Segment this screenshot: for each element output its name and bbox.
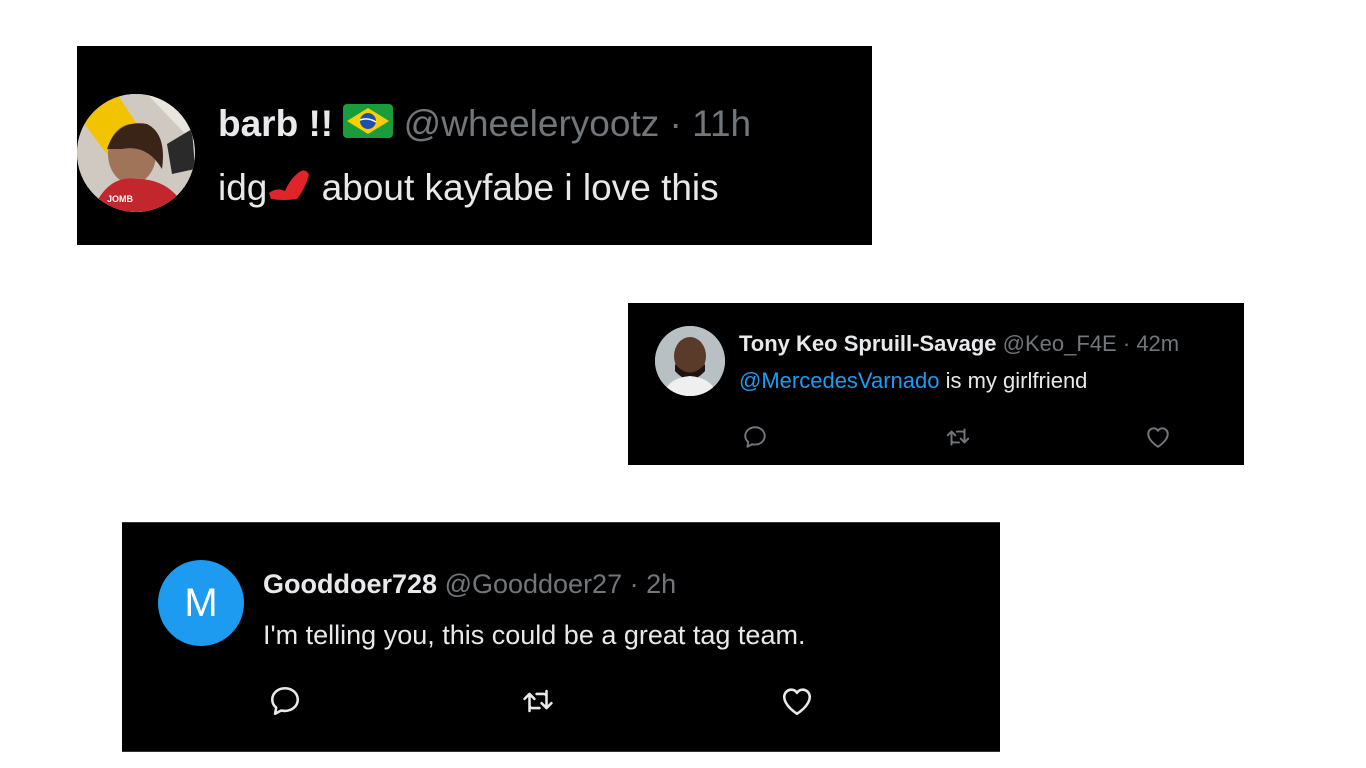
display-name[interactable]: Tony Keo Spruill-Savage bbox=[739, 331, 997, 356]
tweet-card-gooddoer[interactable]: M Gooddoer728 @Gooddoer27 · 2h I'm telli… bbox=[122, 522, 1000, 752]
avatar-tony[interactable] bbox=[655, 326, 725, 396]
handle[interactable]: @Gooddoer27 bbox=[445, 569, 623, 599]
tweet-text-end: about kayfabe i love this bbox=[321, 167, 719, 208]
tweet-header: Tony Keo Spruill-Savage @Keo_F4E · 42m bbox=[739, 330, 1179, 358]
tweet-header: barb !! @wheeleryootz · 11h bbox=[218, 102, 751, 148]
retweet-icon[interactable] bbox=[944, 424, 972, 455]
timestamp[interactable]: 2h bbox=[646, 569, 676, 599]
brazil-flag-icon bbox=[343, 104, 394, 148]
tweet-header: Gooddoer728 @Gooddoer27 · 2h bbox=[263, 567, 676, 601]
avatar-photo: JOMB bbox=[77, 94, 195, 212]
tweet-text: I'm telling you, this could be a great t… bbox=[263, 620, 806, 650]
retweet-icon[interactable] bbox=[520, 684, 556, 723]
avatar-gooddoer[interactable]: M bbox=[158, 560, 244, 646]
separator: · bbox=[669, 103, 682, 144]
redaction-mark bbox=[267, 167, 311, 213]
handle[interactable]: @Keo_F4E bbox=[1003, 331, 1117, 356]
display-name[interactable]: barb !! bbox=[218, 103, 333, 144]
like-icon[interactable] bbox=[780, 685, 814, 722]
reply-icon[interactable] bbox=[742, 424, 768, 455]
handle[interactable]: @wheeleryootz bbox=[404, 103, 660, 144]
tweet-text: idg about kayfabe i love this bbox=[218, 166, 719, 213]
timestamp[interactable]: 11h bbox=[692, 103, 751, 144]
separator: · bbox=[1122, 331, 1131, 356]
tweet-card-barb[interactable]: JOMB barb !! @wheeleryootz · 11h idg abo… bbox=[77, 46, 872, 245]
reply-icon[interactable] bbox=[268, 684, 302, 723]
timestamp[interactable]: 42m bbox=[1136, 331, 1179, 356]
svg-text:JOMB: JOMB bbox=[107, 194, 134, 204]
avatar-photo bbox=[655, 326, 725, 396]
avatar-barb[interactable]: JOMB bbox=[77, 94, 195, 212]
separator: · bbox=[629, 569, 639, 599]
like-icon[interactable] bbox=[1145, 425, 1171, 454]
tweet-text-body: is my girlfriend bbox=[945, 368, 1088, 393]
tweet-text: @MercedesVarnado is my girlfriend bbox=[739, 367, 1087, 395]
tweet-text-start: idg bbox=[218, 167, 268, 208]
tweet-card-tony[interactable]: Tony Keo Spruill-Savage @Keo_F4E · 42m @… bbox=[628, 303, 1244, 465]
display-name[interactable]: Gooddoer728 bbox=[263, 569, 437, 599]
mention-link[interactable]: @MercedesVarnado bbox=[739, 368, 939, 393]
